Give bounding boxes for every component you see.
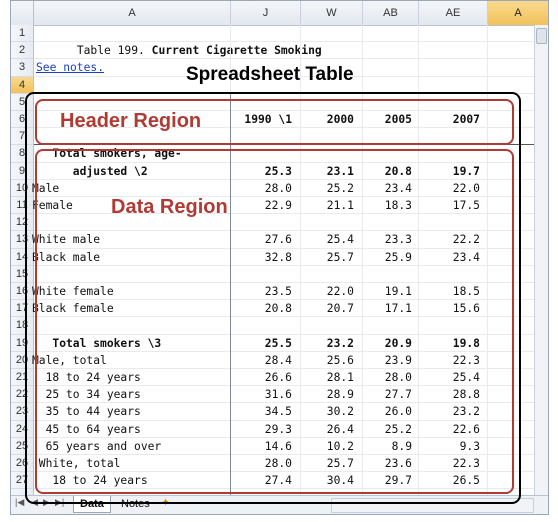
row-number[interactable]: 4 [11, 76, 33, 94]
scroll-thumb[interactable] [536, 28, 547, 44]
select-all-corner[interactable] [11, 1, 34, 25]
header-region-label: Header Region [60, 110, 202, 132]
column-header-j[interactable]: J [231, 1, 301, 25]
column-header-ae[interactable]: AE [419, 1, 488, 25]
column-header-a[interactable]: A [34, 1, 231, 25]
row-gridline [34, 58, 534, 60]
table-title-bold: Current Cigarette Smoking [151, 44, 322, 57]
row-number[interactable]: 2 [11, 42, 33, 60]
column-header-w[interactable]: W [301, 1, 363, 25]
table-title-prefix: Table 199. [76, 44, 152, 57]
data-region-label: Data Region [111, 196, 228, 218]
row-number[interactable]: 1 [11, 25, 33, 43]
column-header-bar: A J W AB AE A [11, 1, 548, 26]
column-header-ab[interactable]: AB [363, 1, 419, 25]
data-region-box [35, 149, 514, 494]
see-notes-link[interactable]: See notes. [36, 59, 104, 76]
column-header-active[interactable]: A [488, 1, 548, 25]
row-number[interactable]: 3 [11, 59, 33, 77]
table-title-cell[interactable]: Table 199. Current Cigarette Smoking [36, 25, 322, 57]
spreadsheet-table-label: Spreadsheet Table [186, 64, 354, 85]
vertical-scrollbar[interactable] [534, 25, 548, 496]
row-gridline [34, 41, 534, 43]
first-sheet-arrow-icon[interactable]: |◀ [15, 497, 24, 508]
